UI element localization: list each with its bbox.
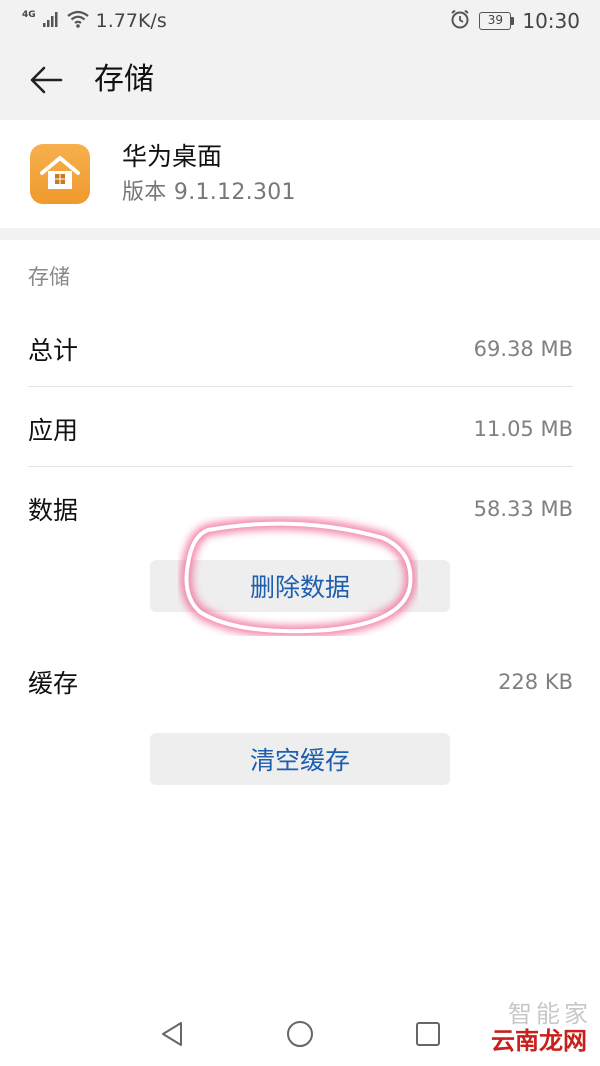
nav-back-button[interactable] (154, 1016, 190, 1052)
battery-icon: 39 (479, 12, 515, 30)
delete-data-button[interactable]: 删除数据 (150, 560, 450, 612)
app-header: 华为桌面 版本 9.1.12.301 (0, 120, 600, 228)
wifi-icon (66, 9, 90, 33)
page-title: 存储 (94, 62, 154, 97)
status-left: 4G 1.77K/s (22, 9, 167, 33)
row-label: 缓存 (28, 669, 79, 698)
app-bar: 存储 (0, 40, 600, 120)
storage-row-total: 总计 69.38 MB (28, 309, 573, 389)
clear-cache-button[interactable]: 清空缓存 (150, 733, 450, 785)
nav-recents-button[interactable] (410, 1016, 446, 1052)
app-icon (30, 144, 90, 204)
storage-row-app: 应用 11.05 MB (28, 389, 573, 469)
row-value: 11.05 MB (473, 417, 573, 441)
row-value: 58.33 MB (473, 497, 573, 521)
row-divider (28, 466, 573, 467)
square-recents-icon (416, 1022, 440, 1046)
battery-level: 39 (479, 12, 512, 30)
row-label: 数据 (28, 496, 79, 525)
row-value: 228 KB (498, 670, 573, 694)
status-right: 39 10:30 (449, 9, 580, 33)
storage-row-data: 数据 58.33 MB (28, 469, 573, 549)
section-divider (0, 228, 600, 240)
row-divider (28, 386, 573, 387)
row-label: 应用 (28, 416, 79, 445)
row-label: 总计 (28, 336, 79, 365)
circle-home-icon (287, 1021, 313, 1047)
back-button[interactable] (24, 58, 68, 102)
row-value: 69.38 MB (473, 337, 573, 361)
net-speed: 1.77K/s (95, 10, 167, 32)
storage-row-cache: 缓存 228 KB (28, 642, 573, 722)
navigation-bar (0, 998, 600, 1066)
alarm-icon (449, 8, 471, 34)
status-bar: 4G 1.77K/s 39 10:30 (0, 0, 600, 40)
signal-icon (42, 10, 60, 32)
app-name: 华为桌面 (122, 142, 223, 171)
nav-home-button[interactable] (282, 1016, 318, 1052)
network-type: 4G (22, 10, 36, 20)
clock: 10:30 (522, 9, 580, 33)
home-icon (40, 156, 80, 189)
app-version: 版本 9.1.12.301 (122, 180, 296, 205)
triangle-back-icon (162, 1022, 182, 1046)
storage-section-label: 存储 (28, 265, 70, 289)
back-arrow-icon (30, 66, 63, 94)
